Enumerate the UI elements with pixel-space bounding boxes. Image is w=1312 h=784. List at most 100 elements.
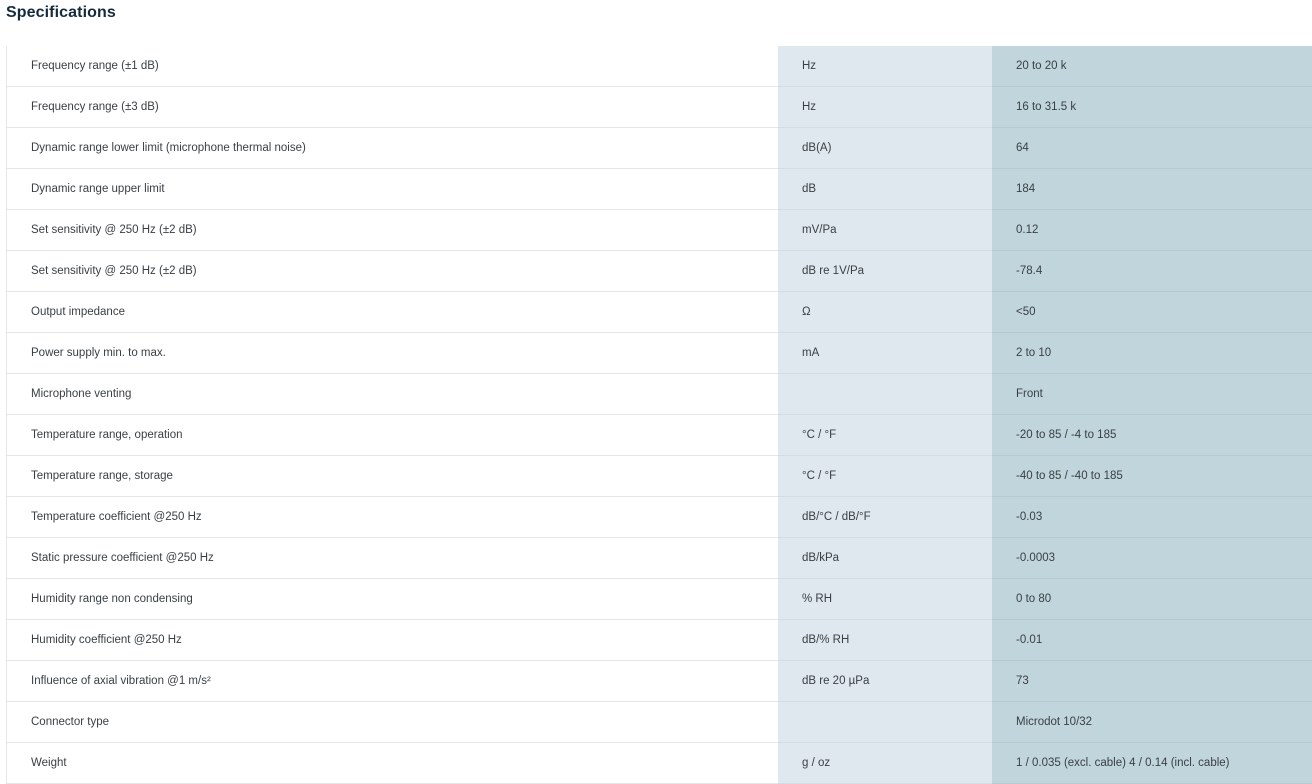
parameter-cell: Microphone venting <box>7 373 778 415</box>
unit-label: dB(A) <box>802 142 832 154</box>
table-row: Temperature range, storage °C / °F -40 t… <box>7 455 1312 497</box>
table-row: Static pressure coefficient @250 Hz dB/k… <box>7 537 1312 579</box>
parameter-cell: Influence of axial vibration @1 m/s² <box>7 660 778 702</box>
value-label: -0.03 <box>1016 511 1043 523</box>
value-label: 184 <box>1016 183 1036 195</box>
value-cell: -40 to 85 / -40 to 185 <box>992 455 1312 497</box>
unit-label: mA <box>802 347 820 359</box>
parameter-cell: Frequency range (±3 dB) <box>7 86 778 128</box>
unit-label: °C / °F <box>802 429 837 441</box>
value-label: -78.4 <box>1016 265 1043 277</box>
parameter-cell: Humidity coefficient @250 Hz <box>7 619 778 661</box>
unit-cell: dB <box>778 168 992 210</box>
table-row: Frequency range (±1 dB) Hz 20 to 20 k <box>7 46 1312 87</box>
parameter-label: Temperature range, operation <box>31 429 183 441</box>
table-row: Microphone venting Front <box>7 373 1312 415</box>
value-cell: 2 to 10 <box>992 332 1312 374</box>
unit-label: Ω <box>802 306 811 318</box>
unit-label: Hz <box>802 60 817 72</box>
value-cell: -0.01 <box>992 619 1312 661</box>
parameter-cell: Dynamic range upper limit <box>7 168 778 210</box>
table-row: Set sensitivity @ 250 Hz (±2 dB) mV/Pa 0… <box>7 209 1312 251</box>
value-cell: 184 <box>992 168 1312 210</box>
unit-label: mV/Pa <box>802 224 837 236</box>
parameter-cell: Frequency range (±1 dB) <box>7 46 778 87</box>
value-label: 1 / 0.035 (excl. cable) 4 / 0.14 (incl. … <box>1016 757 1230 769</box>
table-row: Weight g / oz 1 / 0.035 (excl. cable) 4 … <box>7 742 1312 784</box>
parameter-cell: Weight <box>7 742 778 784</box>
unit-cell: dB/% RH <box>778 619 992 661</box>
parameter-cell: Set sensitivity @ 250 Hz (±2 dB) <box>7 209 778 251</box>
parameter-cell: Output impedance <box>7 291 778 333</box>
parameter-label: Temperature coefficient @250 Hz <box>31 511 202 523</box>
table-row: Influence of axial vibration @1 m/s² dB … <box>7 660 1312 702</box>
table-row: Output impedance Ω <50 <box>7 291 1312 333</box>
parameter-cell: Temperature coefficient @250 Hz <box>7 496 778 538</box>
unit-cell: mV/Pa <box>778 209 992 251</box>
value-label: 64 <box>1016 142 1029 154</box>
unit-cell: °C / °F <box>778 414 992 456</box>
value-label: Microdot 10/32 <box>1016 716 1093 728</box>
parameter-cell: Dynamic range lower limit (microphone th… <box>7 127 778 169</box>
unit-cell <box>778 701 992 743</box>
value-cell: 64 <box>992 127 1312 169</box>
unit-label: dB re 1V/Pa <box>802 265 865 277</box>
page-title: Specifications <box>6 4 116 21</box>
specifications-table-body: Frequency range (±1 dB) Hz 20 to 20 k Fr… <box>7 46 1312 784</box>
parameter-label: Temperature range, storage <box>31 470 173 482</box>
parameter-label: Set sensitivity @ 250 Hz (±2 dB) <box>31 224 197 236</box>
parameter-label: Connector type <box>31 716 109 728</box>
value-label: 73 <box>1016 675 1029 687</box>
value-cell: -78.4 <box>992 250 1312 292</box>
value-label: 0.12 <box>1016 224 1039 236</box>
value-label: Front <box>1016 388 1043 400</box>
value-label: -0.0003 <box>1016 552 1056 564</box>
value-cell: 1 / 0.035 (excl. cable) 4 / 0.14 (incl. … <box>992 742 1312 784</box>
unit-cell: Ω <box>778 291 992 333</box>
unit-cell: mA <box>778 332 992 374</box>
value-label: -20 to 85 / -4 to 185 <box>1016 429 1117 441</box>
value-label: <50 <box>1016 306 1036 318</box>
parameter-label: Frequency range (±1 dB) <box>31 60 159 72</box>
parameter-cell: Set sensitivity @ 250 Hz (±2 dB) <box>7 250 778 292</box>
table-row: Dynamic range upper limit dB 184 <box>7 168 1312 210</box>
unit-label: dB re 20 µPa <box>802 675 870 687</box>
value-label: 2 to 10 <box>1016 347 1052 359</box>
unit-label <box>778 716 802 728</box>
parameter-cell: Power supply min. to max. <box>7 332 778 374</box>
parameter-label: Power supply min. to max. <box>31 347 166 359</box>
value-cell: Front <box>992 373 1312 415</box>
parameter-cell: Temperature range, operation <box>7 414 778 456</box>
parameter-label: Dynamic range lower limit (microphone th… <box>31 142 306 154</box>
unit-cell: dB re 20 µPa <box>778 660 992 702</box>
parameter-label: Static pressure coefficient @250 Hz <box>31 552 214 564</box>
unit-label: % RH <box>802 593 833 605</box>
table-row: Frequency range (±3 dB) Hz 16 to 31.5 k <box>7 86 1312 128</box>
value-cell: 73 <box>992 660 1312 702</box>
unit-label: g / oz <box>802 757 831 769</box>
unit-cell: dB/°C / dB/°F <box>778 496 992 538</box>
parameter-label: Set sensitivity @ 250 Hz (±2 dB) <box>31 265 197 277</box>
parameter-label: Microphone venting <box>31 388 132 400</box>
parameter-label: Weight <box>31 757 67 769</box>
unit-label: dB/kPa <box>802 552 840 564</box>
unit-label: dB/% RH <box>802 634 850 646</box>
value-cell: 16 to 31.5 k <box>992 86 1312 128</box>
parameter-cell: Connector type <box>7 701 778 743</box>
value-cell: 0.12 <box>992 209 1312 251</box>
table-row: Humidity range non condensing % RH 0 to … <box>7 578 1312 620</box>
value-cell: -0.03 <box>992 496 1312 538</box>
parameter-label: Dynamic range upper limit <box>31 183 165 195</box>
value-cell: -20 to 85 / -4 to 185 <box>992 414 1312 456</box>
parameter-label: Output impedance <box>31 306 125 318</box>
parameter-label: Humidity coefficient @250 Hz <box>31 634 182 646</box>
table-row: Humidity coefficient @250 Hz dB/% RH -0.… <box>7 619 1312 661</box>
value-label: 20 to 20 k <box>1016 60 1067 72</box>
parameter-label: Humidity range non condensing <box>31 593 193 605</box>
value-label: 0 to 80 <box>1016 593 1052 605</box>
parameter-cell: Static pressure coefficient @250 Hz <box>7 537 778 579</box>
table-row: Temperature coefficient @250 Hz dB/°C / … <box>7 496 1312 538</box>
unit-cell: dB re 1V/Pa <box>778 250 992 292</box>
value-cell: Microdot 10/32 <box>992 701 1312 743</box>
value-cell: 0 to 80 <box>992 578 1312 620</box>
